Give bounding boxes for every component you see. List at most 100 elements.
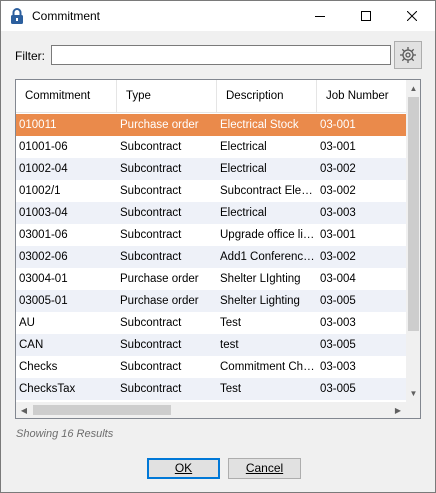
- minimize-button[interactable]: [297, 1, 343, 31]
- cell-type: Subcontract: [120, 383, 182, 395]
- cell-job-number: 03-003: [320, 361, 356, 373]
- cell-description: Shelter Lighting: [220, 295, 300, 307]
- cancel-button-label: Cancel: [245, 461, 284, 475]
- horizontal-scrollbar[interactable]: ◀ ▶: [16, 402, 406, 418]
- cell-job-number: 03-004: [320, 273, 356, 285]
- table-row[interactable]: AU Subcontract Test 03-003: [16, 312, 406, 334]
- commitment-grid[interactable]: Commitment Type Description Job Number 0…: [15, 79, 421, 419]
- table-row[interactable]: 03002-06 Subcontract Add1 Conference Roo…: [16, 246, 406, 268]
- vertical-scroll-thumb[interactable]: [408, 97, 419, 331]
- cell-commitment: 03001-06: [19, 229, 68, 241]
- cell-commitment: AU: [19, 317, 35, 329]
- gear-icon: [400, 47, 416, 63]
- cell-commitment: CAN: [19, 339, 44, 351]
- cell-job-number: 03-005: [320, 383, 356, 395]
- horizontal-scroll-thumb[interactable]: [33, 405, 171, 415]
- close-icon: [407, 11, 417, 21]
- cell-job-number: 03-002: [320, 251, 356, 263]
- close-button[interactable]: [389, 1, 435, 31]
- cell-type: Purchase order: [120, 295, 199, 307]
- cell-commitment: 03005-01: [19, 295, 68, 307]
- cell-type: Subcontract: [120, 317, 182, 329]
- cell-job-number: 03-001: [320, 141, 356, 153]
- cell-job-number: 03-005: [320, 295, 356, 307]
- cell-commitment: Checks: [19, 361, 58, 373]
- cell-type: Subcontract: [120, 163, 182, 175]
- grid-header: Commitment Type Description Job Number: [16, 80, 406, 113]
- cell-description: Test: [220, 317, 242, 329]
- cell-description: Electrical Stock: [220, 119, 299, 131]
- cell-commitment: 010011: [19, 119, 57, 131]
- cell-type: Subcontract: [120, 207, 182, 219]
- filter-label: Filter:: [15, 49, 45, 63]
- settings-button[interactable]: [394, 41, 422, 69]
- cell-job-number: 03-002: [320, 163, 356, 175]
- table-row[interactable]: 01001-06 Subcontract Electrical 03-001: [16, 136, 406, 158]
- column-header-commitment[interactable]: Commitment: [16, 80, 117, 113]
- cell-commitment: 03004-01: [19, 273, 68, 285]
- cell-commitment: ChecksTax: [19, 383, 76, 395]
- cell-commitment: 01003-04: [19, 207, 68, 219]
- cell-description: test: [220, 339, 239, 351]
- cell-job-number: 03-001: [320, 119, 356, 131]
- table-row[interactable]: 01002/1 Subcontract Subcontract Electric…: [16, 180, 406, 202]
- results-count: Showing 16 Results: [16, 428, 114, 440]
- scroll-up-arrow-icon[interactable]: ▲: [406, 80, 420, 97]
- title-bar[interactable]: Commitment: [1, 1, 435, 31]
- scroll-down-arrow-icon[interactable]: ▼: [406, 385, 420, 402]
- column-header-description[interactable]: Description: [217, 80, 317, 113]
- lock-icon: [10, 8, 24, 24]
- cell-job-number: 03-005: [320, 339, 356, 351]
- window-title: Commitment: [32, 9, 101, 23]
- cell-type: Subcontract: [120, 185, 182, 197]
- filter-input[interactable]: [51, 45, 391, 65]
- grid-rows: 010011 Purchase order Electrical Stock 0…: [16, 114, 406, 400]
- column-header-type[interactable]: Type: [117, 80, 217, 113]
- scroll-left-arrow-icon[interactable]: ◀: [16, 402, 32, 418]
- scrollbar-corner: [406, 402, 420, 418]
- maximize-icon: [361, 11, 371, 21]
- cell-description: Shelter LIghting: [220, 273, 301, 285]
- table-row[interactable]: 03004-01 Purchase order Shelter LIghting…: [16, 268, 406, 290]
- cell-type: Subcontract: [120, 361, 182, 373]
- cell-description: Test: [220, 383, 242, 395]
- table-row[interactable]: 03005-01 Purchase order Shelter Lighting…: [16, 290, 406, 312]
- cell-description: Electrical: [220, 141, 267, 153]
- cell-description: Upgrade office lighting: [220, 229, 317, 241]
- table-row[interactable]: CAN Subcontract test 03-005: [16, 334, 406, 356]
- cell-description: Commitment Checks: [220, 361, 317, 373]
- cell-job-number: 03-001: [320, 229, 356, 241]
- ok-button-label: OK: [174, 461, 193, 475]
- cell-commitment: 01002-04: [19, 163, 68, 175]
- table-row[interactable]: 03001-06 Subcontract Upgrade office ligh…: [16, 224, 406, 246]
- cancel-button[interactable]: Cancel: [228, 458, 301, 479]
- commitment-dialog: Commitment Filter: Commitment Type Descr…: [0, 0, 436, 493]
- cell-commitment: 01001-06: [19, 141, 68, 153]
- table-row[interactable]: 010011 Purchase order Electrical Stock 0…: [16, 114, 406, 136]
- column-header-job-number[interactable]: Job Number: [317, 80, 406, 113]
- cell-job-number: 03-003: [320, 207, 356, 219]
- cell-description: Electrical: [220, 207, 267, 219]
- table-row[interactable]: Checks Subcontract Commitment Checks 03-…: [16, 356, 406, 378]
- ok-button[interactable]: OK: [147, 458, 220, 479]
- table-row[interactable]: 01002-04 Subcontract Electrical 03-002: [16, 158, 406, 180]
- cell-type: Purchase order: [120, 273, 199, 285]
- cell-type: Subcontract: [120, 141, 182, 153]
- cell-commitment: 03002-06: [19, 251, 68, 263]
- cell-type: Subcontract: [120, 339, 182, 351]
- table-row[interactable]: ChecksTax Subcontract Test 03-005: [16, 378, 406, 400]
- cell-job-number: 03-002: [320, 185, 356, 197]
- cell-type: Subcontract: [120, 229, 182, 241]
- cell-description: Subcontract Electrical: [220, 185, 317, 197]
- minimize-icon: [315, 16, 325, 17]
- cell-commitment: 01002/1: [19, 185, 61, 197]
- scroll-right-arrow-icon[interactable]: ▶: [390, 402, 406, 418]
- vertical-scrollbar[interactable]: ▲ ▼: [406, 80, 420, 402]
- cell-description: Electrical: [220, 163, 267, 175]
- cell-description: Add1 Conference Room: [220, 251, 317, 263]
- cell-type: Purchase order: [120, 119, 199, 131]
- cell-type: Subcontract: [120, 251, 182, 263]
- table-row[interactable]: 01003-04 Subcontract Electrical 03-003: [16, 202, 406, 224]
- maximize-button[interactable]: [343, 1, 389, 31]
- cell-job-number: 03-003: [320, 317, 356, 329]
